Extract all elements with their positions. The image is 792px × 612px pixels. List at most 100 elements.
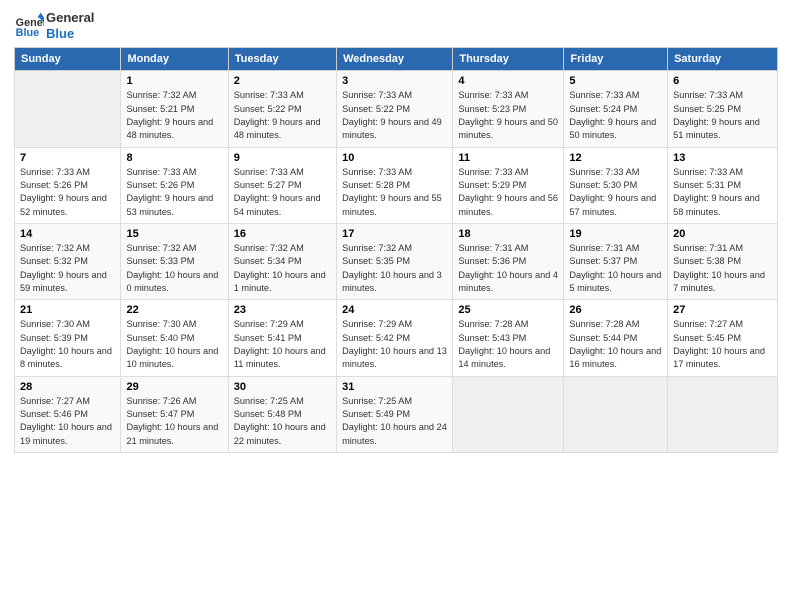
calendar-cell: 12 Sunrise: 7:33 AMSunset: 5:30 PMDayligh…	[564, 147, 668, 223]
day-info: Sunrise: 7:29 AMSunset: 5:41 PMDaylight:…	[234, 318, 331, 371]
day-number: 29	[126, 381, 222, 393]
day-info: Sunrise: 7:31 AMSunset: 5:37 PMDaylight:…	[569, 242, 662, 295]
calendar-cell: 19 Sunrise: 7:31 AMSunset: 5:37 PMDayligh…	[564, 223, 668, 299]
day-info: Sunrise: 7:33 AMSunset: 5:27 PMDaylight:…	[234, 166, 331, 219]
day-number: 5	[569, 75, 662, 87]
calendar-cell: 7 Sunrise: 7:33 AMSunset: 5:26 PMDaylight…	[15, 147, 121, 223]
calendar-week-2: 7 Sunrise: 7:33 AMSunset: 5:26 PMDaylight…	[15, 147, 778, 223]
calendar-cell	[15, 71, 121, 147]
calendar-week-4: 21 Sunrise: 7:30 AMSunset: 5:39 PMDayligh…	[15, 300, 778, 376]
day-info: Sunrise: 7:25 AMSunset: 5:48 PMDaylight:…	[234, 395, 331, 448]
day-info: Sunrise: 7:31 AMSunset: 5:36 PMDaylight:…	[458, 242, 558, 295]
col-header-wednesday: Wednesday	[337, 48, 453, 71]
day-info: Sunrise: 7:32 AMSunset: 5:32 PMDaylight:…	[20, 242, 115, 295]
day-number: 7	[20, 152, 115, 164]
day-number: 27	[673, 304, 772, 316]
calendar-week-5: 28Sunrise: 7:27 AMSunset: 5:46 PMDayligh…	[15, 376, 778, 452]
day-number: 4	[458, 75, 558, 87]
day-number: 17	[342, 228, 447, 240]
day-number: 25	[458, 304, 558, 316]
day-number: 30	[234, 381, 331, 393]
col-header-thursday: Thursday	[453, 48, 564, 71]
col-header-monday: Monday	[121, 48, 228, 71]
day-number: 3	[342, 75, 447, 87]
day-info: Sunrise: 7:33 AMSunset: 5:22 PMDaylight:…	[342, 89, 447, 142]
calendar-cell: 18 Sunrise: 7:31 AMSunset: 5:36 PMDayligh…	[453, 223, 564, 299]
day-number: 19	[569, 228, 662, 240]
calendar-cell: 27Sunrise: 7:27 AMSunset: 5:45 PMDayligh…	[668, 300, 778, 376]
calendar-cell: 11 Sunrise: 7:33 AMSunset: 5:29 PMDayligh…	[453, 147, 564, 223]
day-info: Sunrise: 7:28 AMSunset: 5:43 PMDaylight:…	[458, 318, 558, 371]
day-info: Sunrise: 7:33 AMSunset: 5:26 PMDaylight:…	[126, 166, 222, 219]
calendar-cell: 14 Sunrise: 7:32 AMSunset: 5:32 PMDayligh…	[15, 223, 121, 299]
day-info: Sunrise: 7:33 AMSunset: 5:29 PMDaylight:…	[458, 166, 558, 219]
day-number: 13	[673, 152, 772, 164]
calendar-cell: 28Sunrise: 7:27 AMSunset: 5:46 PMDayligh…	[15, 376, 121, 452]
calendar-cell: 1 Sunrise: 7:32 AMSunset: 5:21 PMDaylight…	[121, 71, 228, 147]
day-number: 11	[458, 152, 558, 164]
day-info: Sunrise: 7:33 AMSunset: 5:24 PMDaylight:…	[569, 89, 662, 142]
calendar-cell: 5 Sunrise: 7:33 AMSunset: 5:24 PMDaylight…	[564, 71, 668, 147]
logo-icon: General Blue	[14, 11, 44, 41]
calendar-cell: 17Sunrise: 7:32 AMSunset: 5:35 PMDayligh…	[337, 223, 453, 299]
day-info: Sunrise: 7:30 AMSunset: 5:39 PMDaylight:…	[20, 318, 115, 371]
day-number: 16	[234, 228, 331, 240]
day-info: Sunrise: 7:30 AMSunset: 5:40 PMDaylight:…	[126, 318, 222, 371]
day-number: 22	[126, 304, 222, 316]
calendar-cell	[564, 376, 668, 452]
day-number: 14	[20, 228, 115, 240]
day-number: 28	[20, 381, 115, 393]
calendar-cell	[453, 376, 564, 452]
calendar-cell: 6Sunrise: 7:33 AMSunset: 5:25 PMDaylight…	[668, 71, 778, 147]
calendar-cell: 29 Sunrise: 7:26 AMSunset: 5:47 PMDayligh…	[121, 376, 228, 452]
calendar-cell: 16 Sunrise: 7:32 AMSunset: 5:34 PMDayligh…	[228, 223, 336, 299]
day-info: Sunrise: 7:26 AMSunset: 5:47 PMDaylight:…	[126, 395, 222, 448]
calendar-cell: 2Sunrise: 7:33 AMSunset: 5:22 PMDaylight…	[228, 71, 336, 147]
day-number: 15	[126, 228, 222, 240]
day-number: 24	[342, 304, 447, 316]
day-number: 8	[126, 152, 222, 164]
day-info: Sunrise: 7:31 AMSunset: 5:38 PMDaylight:…	[673, 242, 772, 295]
day-number: 9	[234, 152, 331, 164]
day-number: 21	[20, 304, 115, 316]
svg-text:Blue: Blue	[16, 27, 39, 39]
day-info: Sunrise: 7:33 AMSunset: 5:22 PMDaylight:…	[234, 89, 331, 142]
day-number: 1	[126, 75, 222, 87]
calendar-cell: 30 Sunrise: 7:25 AMSunset: 5:48 PMDayligh…	[228, 376, 336, 452]
day-info: Sunrise: 7:29 AMSunset: 5:42 PMDaylight:…	[342, 318, 447, 371]
calendar-cell: 23Sunrise: 7:29 AMSunset: 5:41 PMDayligh…	[228, 300, 336, 376]
calendar-cell: 25 Sunrise: 7:28 AMSunset: 5:43 PMDayligh…	[453, 300, 564, 376]
day-info: Sunrise: 7:33 AMSunset: 5:23 PMDaylight:…	[458, 89, 558, 142]
col-header-sunday: Sunday	[15, 48, 121, 71]
day-info: Sunrise: 7:32 AMSunset: 5:34 PMDaylight:…	[234, 242, 331, 295]
calendar-table: SundayMondayTuesdayWednesdayThursdayFrid…	[14, 47, 778, 453]
day-number: 31	[342, 381, 447, 393]
day-number: 12	[569, 152, 662, 164]
col-header-tuesday: Tuesday	[228, 48, 336, 71]
day-info: Sunrise: 7:33 AMSunset: 5:26 PMDaylight:…	[20, 166, 115, 219]
calendar-cell: 21 Sunrise: 7:30 AMSunset: 5:39 PMDayligh…	[15, 300, 121, 376]
calendar-week-3: 14 Sunrise: 7:32 AMSunset: 5:32 PMDayligh…	[15, 223, 778, 299]
day-info: Sunrise: 7:33 AMSunset: 5:31 PMDaylight:…	[673, 166, 772, 219]
logo: General Blue General Blue	[14, 10, 94, 41]
calendar-header-row: SundayMondayTuesdayWednesdayThursdayFrid…	[15, 48, 778, 71]
day-info: Sunrise: 7:25 AMSunset: 5:49 PMDaylight:…	[342, 395, 447, 448]
calendar-cell: 31 Sunrise: 7:25 AMSunset: 5:49 PMDayligh…	[337, 376, 453, 452]
calendar-cell: 8 Sunrise: 7:33 AMSunset: 5:26 PMDaylight…	[121, 147, 228, 223]
calendar-cell	[668, 376, 778, 452]
calendar-cell: 20 Sunrise: 7:31 AMSunset: 5:38 PMDayligh…	[668, 223, 778, 299]
day-info: Sunrise: 7:33 AMSunset: 5:30 PMDaylight:…	[569, 166, 662, 219]
calendar-cell: 24 Sunrise: 7:29 AMSunset: 5:42 PMDayligh…	[337, 300, 453, 376]
calendar-cell: 4 Sunrise: 7:33 AMSunset: 5:23 PMDaylight…	[453, 71, 564, 147]
day-number: 10	[342, 152, 447, 164]
day-info: Sunrise: 7:32 AMSunset: 5:21 PMDaylight:…	[126, 89, 222, 142]
day-info: Sunrise: 7:33 AMSunset: 5:25 PMDaylight:…	[673, 89, 772, 142]
day-info: Sunrise: 7:33 AMSunset: 5:28 PMDaylight:…	[342, 166, 447, 219]
day-info: Sunrise: 7:28 AMSunset: 5:44 PMDaylight:…	[569, 318, 662, 371]
day-info: Sunrise: 7:32 AMSunset: 5:33 PMDaylight:…	[126, 242, 222, 295]
day-number: 18	[458, 228, 558, 240]
logo-text: General Blue	[46, 10, 94, 41]
calendar-cell: 10 Sunrise: 7:33 AMSunset: 5:28 PMDayligh…	[337, 147, 453, 223]
calendar-cell: 3 Sunrise: 7:33 AMSunset: 5:22 PMDaylight…	[337, 71, 453, 147]
day-number: 20	[673, 228, 772, 240]
